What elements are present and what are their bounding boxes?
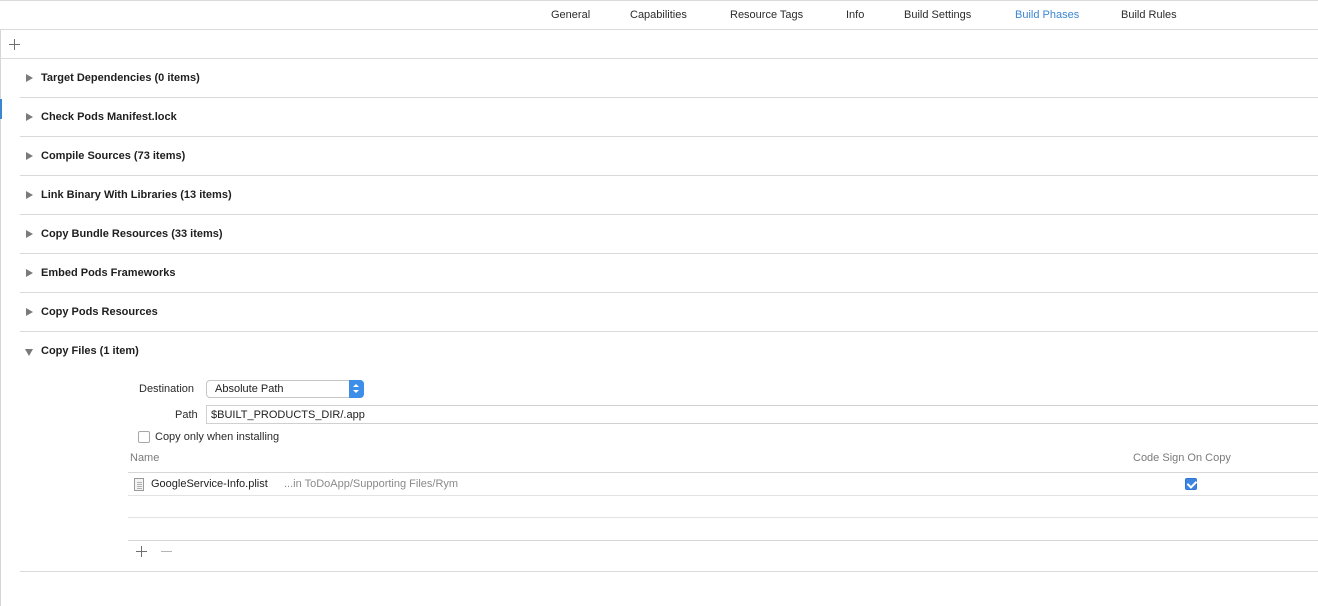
phase-copy-bundle-resources[interactable]: Copy Bundle Resources (33 items) (20, 215, 1318, 254)
phase-title: Target Dependencies (0 items) (41, 72, 200, 84)
phase-title: Copy Pods Resources (41, 306, 158, 318)
disclosure-triangle-icon[interactable] (26, 74, 33, 82)
phase-compile-sources[interactable]: Compile Sources (73 items) (20, 137, 1318, 176)
phase-embed-pods-frameworks[interactable]: Embed Pods Frameworks (20, 254, 1318, 293)
plus-icon[interactable] (136, 546, 147, 557)
tab-build-phases[interactable]: Build Phases (1015, 9, 1079, 21)
column-header-code-sign[interactable]: Code Sign On Copy (1133, 452, 1231, 464)
files-table: Name Code Sign On Copy GoogleService-Inf… (128, 449, 1318, 541)
path-field[interactable]: $BUILT_PRODUCTS_DIR/.app (206, 405, 1318, 424)
empty-row (128, 496, 1318, 518)
disclosure-triangle-icon[interactable] (26, 191, 33, 199)
destination-value: Absolute Path (215, 383, 284, 395)
editor-tab-bar: General Capabilities Resource Tags Info … (0, 0, 1318, 30)
disclosure-triangle-open-icon[interactable] (25, 349, 33, 356)
column-header-name[interactable]: Name (130, 452, 159, 464)
copy-only-label: Copy only when installing (155, 431, 280, 443)
selection-marker (0, 99, 2, 119)
phase-link-binary[interactable]: Link Binary With Libraries (13 items) (20, 176, 1318, 215)
phase-copy-pods-resources[interactable]: Copy Pods Resources (20, 293, 1318, 332)
tab-build-rules[interactable]: Build Rules (1121, 9, 1177, 21)
disclosure-triangle-icon[interactable] (26, 230, 33, 238)
phase-title: Copy Files (1 item) (41, 345, 139, 357)
path-value: $BUILT_PRODUCTS_DIR/.app (211, 409, 365, 421)
add-phase-bar (0, 30, 1318, 59)
copy-only-when-installing-checkbox[interactable] (138, 431, 150, 443)
disclosure-triangle-icon[interactable] (26, 152, 33, 160)
file-location: ...in ToDoApp/Supporting Files/Rym (284, 478, 459, 490)
table-row[interactable]: GoogleService-Info.plist ...in ToDoApp/S… (128, 473, 1318, 496)
phase-title: Link Binary With Libraries (13 items) (41, 189, 232, 201)
table-footer-divider (128, 540, 1318, 541)
plus-icon[interactable] (9, 39, 20, 50)
tab-resource-tags[interactable]: Resource Tags (730, 9, 803, 21)
phase-title: Compile Sources (73 items) (41, 150, 186, 162)
phase-title: Check Pods Manifest.lock (41, 111, 177, 123)
path-label: Path (175, 409, 198, 421)
tab-info[interactable]: Info (846, 9, 864, 21)
phase-title: Copy Bundle Resources (33 items) (41, 228, 223, 240)
disclosure-triangle-icon[interactable] (26, 308, 33, 316)
minus-icon[interactable] (161, 551, 172, 552)
phase-copy-files: Copy Files (1 item) Destination Absolute… (20, 332, 1318, 572)
phase-title: Embed Pods Frameworks (41, 267, 176, 279)
tab-capabilities[interactable]: Capabilities (630, 9, 687, 21)
file-icon (134, 478, 144, 491)
disclosure-triangle-icon[interactable] (26, 269, 33, 277)
phase-copy-files-header[interactable]: Copy Files (1 item) (20, 332, 1318, 371)
tab-general[interactable]: General (551, 9, 590, 21)
destination-label: Destination (139, 383, 195, 395)
tab-build-settings[interactable]: Build Settings (904, 9, 971, 21)
destination-popup[interactable]: Absolute Path (206, 380, 364, 398)
phase-target-dependencies[interactable]: Target Dependencies (0 items) (20, 59, 1318, 98)
phase-check-pods-manifest[interactable]: Check Pods Manifest.lock (20, 98, 1318, 137)
code-sign-on-copy-checkbox[interactable] (1185, 478, 1197, 490)
popup-arrows-icon (349, 380, 364, 398)
file-name: GoogleService-Info.plist (151, 478, 268, 490)
disclosure-triangle-icon[interactable] (26, 113, 33, 121)
